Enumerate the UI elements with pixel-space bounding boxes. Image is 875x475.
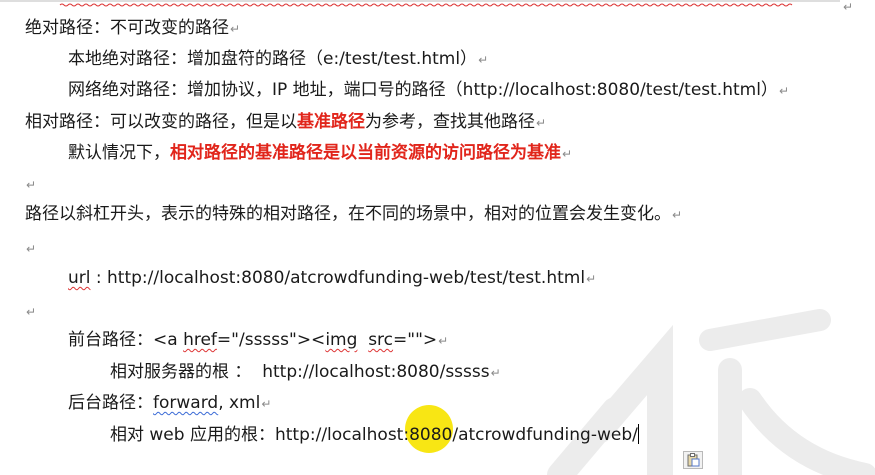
line-text: 为参考，查找其他路径 [365, 112, 535, 132]
href-token: href [183, 330, 217, 350]
paragraph-mark: ↵ [842, 0, 853, 14]
paragraph-mark: ↵ [478, 53, 489, 67]
paragraph-mark: ↵ [490, 366, 501, 380]
paragraph-mark: ↵ [26, 242, 37, 256]
empty-paragraph: ↵ [25, 174, 36, 195]
line-backend-path: 后台路径：forward, xml↵ [68, 393, 271, 414]
line-text: 绝对路径：不可改变的路径 [25, 18, 229, 38]
watermark-graphic [547, 309, 875, 475]
text-cursor [637, 424, 639, 444]
line-text: 相对路径：可以改变的路径，但是以 [25, 112, 297, 132]
emphasis-text: 相对路径的基准路径是以当前资源的访问路径为基准 [170, 143, 561, 163]
line-network-absolute-path: 网络绝对路径：增加协议，IP 地址，端口号的路径（http://localhos… [68, 80, 789, 101]
empty-paragraph: ↵ [25, 238, 36, 259]
forward-token: forward [153, 393, 219, 413]
line-text: 网络绝对路径：增加协议，IP 地址，端口号的路径（http://localhos… [68, 80, 778, 100]
line-text [357, 330, 368, 350]
line-text: 默认情况下， [68, 143, 170, 163]
img-token: img [325, 330, 358, 350]
top-wavy-underline [0, 0, 840, 7]
document-page: ↵ 绝对路径：不可改变的路径↵ 本地绝对路径：增加盘符的路径（e:/test/t… [0, 0, 875, 475]
paragraph-mark: ↵ [26, 305, 37, 319]
line-text: 本地绝对路径：增加盘符的路径（e:/test/test.html） [68, 49, 478, 69]
line-text: 后台路径： [68, 393, 153, 413]
line-server-root: 相对服务器的根 ： http://localhost:8080/sssss↵ [110, 362, 501, 383]
paragraph-mark: ↵ [672, 208, 683, 222]
paragraph-mark: ↵ [26, 178, 37, 192]
line-text: ="/sssss">< [216, 330, 326, 350]
line-text: , xml [218, 393, 261, 413]
line-text: 前台路径：<a [68, 330, 184, 350]
empty-paragraph: ↵ [25, 301, 36, 322]
paragraph-mark: ↵ [778, 84, 789, 98]
paragraph-mark: ↵ [536, 116, 547, 130]
line-url: url : http://localhost:8080/atcrowdfundi… [68, 268, 596, 289]
paragraph-mark: ↵ [261, 397, 272, 411]
line-text: =""> [393, 330, 438, 350]
line-relative-path: 相对路径：可以改变的路径，但是以基准路径为参考，查找其他路径↵ [25, 112, 546, 133]
line-default-base: 默认情况下，相对路径的基准路径是以当前资源的访问路径为基准↵ [68, 143, 572, 164]
line-web-app-root: 相对 web 应用的根：http://localhost:8080/atcrow… [110, 424, 639, 445]
src-token: src [368, 330, 394, 350]
url-key: url [68, 268, 91, 288]
line-text: : http://localhost:8080/atcrowdfunding-w… [90, 268, 586, 288]
line-slash-path: 路径以斜杠开头，表示的特殊的相对路径，在不同的场景中，相对的位置会发生变化。↵ [25, 204, 682, 225]
emphasis-text: 基准路径 [297, 112, 365, 132]
line-text: 相对服务器的根 ： http://localhost:8080/sssss [110, 362, 490, 382]
paragraph-mark: ↵ [562, 147, 573, 161]
clipboard-icon [687, 453, 700, 467]
line-text: 路径以斜杠开头，表示的特殊的相对路径，在不同的场景中，相对的位置会发生变化。 [25, 204, 671, 224]
paragraph-mark: ↵ [586, 272, 597, 286]
line-frontend-path: 前台路径：<a href="/sssss"><img src="">↵ [68, 330, 448, 351]
paste-options-icon[interactable] [683, 451, 703, 469]
line-absolute-path: 绝对路径：不可改变的路径↵ [25, 18, 240, 39]
paragraph-mark: ↵ [438, 334, 449, 348]
paragraph-mark: ↵ [230, 22, 241, 36]
line-text: 相对 web 应用的根：http://localhost:8080/atcrow… [110, 425, 638, 445]
line-local-absolute-path: 本地绝对路径：增加盘符的路径（e:/test/test.html）↵ [68, 49, 488, 70]
